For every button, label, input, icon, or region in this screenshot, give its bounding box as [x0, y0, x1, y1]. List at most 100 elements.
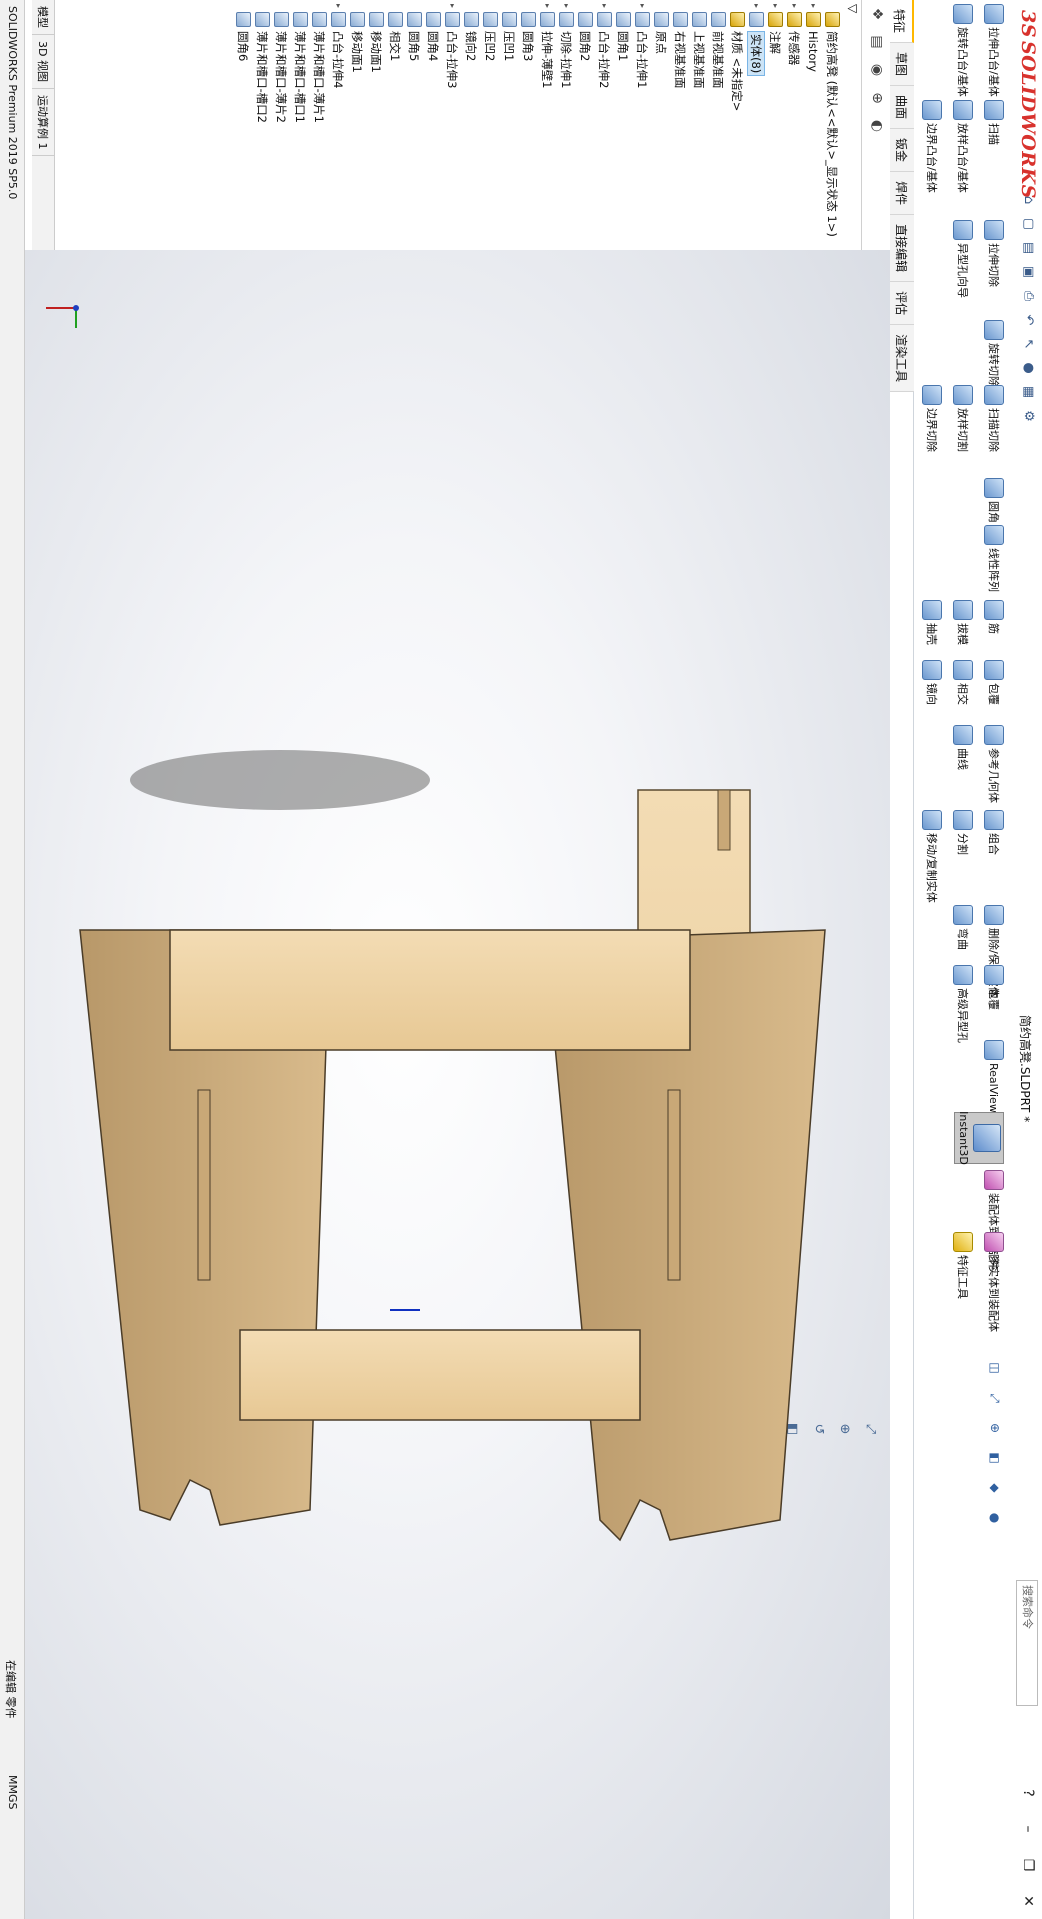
intersect-button[interactable]: 相交 [949, 660, 977, 705]
tab-features[interactable]: 特征 [890, 0, 914, 44]
wrap-button[interactable]: 包覆 [980, 660, 1008, 705]
tree-item[interactable]: 圆角3 [519, 0, 538, 250]
tree-item[interactable]: 材质 <未指定> [728, 0, 747, 250]
sweep-button[interactable]: 扫描 [980, 100, 1008, 193]
combine-button[interactable]: 组合 [980, 810, 1008, 903]
sweep-cut-button[interactable]: 扫描切除 [980, 385, 1008, 452]
save-icon[interactable]: ▣ [1018, 262, 1036, 282]
tree-item[interactable]: 相交1 [386, 0, 405, 250]
feature-tools-button[interactable]: 特征工具 [949, 1232, 977, 1332]
tree-item[interactable]: 移动面1 [348, 0, 367, 250]
tree-item[interactable]: 上视基准面 [690, 0, 709, 250]
tab-sheet-metal[interactable]: 钣金 [890, 129, 914, 173]
config-manager-tab-icon[interactable]: ◉ [864, 56, 890, 84]
home-icon[interactable]: ⌂ [1018, 190, 1036, 210]
boundary-cut-button[interactable]: 边界切除 [918, 385, 946, 452]
loft-cut-button[interactable]: 放样切割 [949, 385, 977, 452]
tab-direct-edit[interactable]: 直接编辑 [890, 215, 914, 283]
advanced-hole-button[interactable]: 高级异型孔 [949, 965, 977, 1043]
tree-expand-icon[interactable]: ▸ [771, 0, 780, 12]
tree-item[interactable]: 右视基准面 [671, 0, 690, 250]
tree-item[interactable]: ▸ History [804, 0, 823, 250]
tree-item[interactable]: 圆角5 [405, 0, 424, 250]
revolve-boss-button[interactable]: 旋转凸台/基体 [949, 4, 977, 97]
shell-button[interactable]: 抽壳 [918, 600, 946, 645]
extrude-cut-button[interactable]: 拉伸切除 [980, 220, 1008, 298]
tree-item[interactable]: 前视基准面 [709, 0, 728, 250]
tree-expand-icon[interactable]: ▸ [543, 0, 552, 12]
tab-evaluate[interactable]: 评估 [890, 282, 914, 326]
wrap2-button[interactable]: 包覆 [980, 965, 1008, 1043]
tree-item[interactable]: ▸ 凸台-拉伸4 [329, 0, 348, 250]
extrude-boss-button[interactable]: 拉伸凸台/基体 [980, 4, 1008, 97]
tree-item[interactable]: 薄片和槽口-薄片1 [310, 0, 329, 250]
lower-stretcher[interactable] [239, 1329, 641, 1421]
tree-item[interactable]: 圆角2 [576, 0, 595, 250]
tree-expand-icon[interactable]: ▸ [809, 0, 818, 12]
restore-icon[interactable]: ❐ [1014, 1847, 1042, 1883]
filter-icon[interactable]: ▽ [846, 4, 860, 13]
tree-expand-icon[interactable]: ▸ [448, 0, 457, 12]
split-button[interactable]: 分割 [949, 810, 977, 903]
draft-button[interactable]: 拔模 [949, 600, 977, 645]
tab-surfaces[interactable]: 曲面 [890, 86, 914, 130]
curves-button[interactable]: 曲线 [949, 725, 977, 803]
hole-wizard-button[interactable]: 异型孔向导 [949, 220, 977, 298]
tree-item[interactable]: 移动面1 [367, 0, 386, 250]
property-manager-tab-icon[interactable]: ▤ [864, 28, 890, 56]
units-text[interactable]: MMGS [6, 1775, 19, 1810]
select-icon[interactable]: ↖ [1018, 334, 1036, 354]
loft-button[interactable]: 放样凸台/基体 [949, 100, 977, 193]
ref-geometry-button[interactable]: 参考几何体 [980, 725, 1008, 803]
search-commands-input[interactable]: 搜索命令 [1016, 1580, 1038, 1706]
tab-sketch[interactable]: 草图 [890, 43, 914, 87]
rib-button[interactable]: 筋 [980, 600, 1008, 645]
tree-item[interactable]: ▸ 注解 [766, 0, 785, 250]
tree-item[interactable]: 薄片和槽口-槽口2 [253, 0, 272, 250]
tree-item[interactable]: ▸ 切除-拉伸1 [557, 0, 576, 250]
rebuild-icon[interactable]: ● [1018, 358, 1036, 378]
fillet-button[interactable]: 圆角 [980, 478, 1008, 523]
display-style-icon[interactable]: ◆ [986, 1480, 1002, 1496]
tab-weldments[interactable]: 焊件 [890, 172, 914, 216]
section-view-icon[interactable]: ◧ [986, 1450, 1002, 1466]
tree-item[interactable]: ▸ 凸台-拉伸3 [443, 0, 462, 250]
tree-item[interactable]: ▸ 凸台-拉伸2 [595, 0, 614, 250]
linear-pattern-button[interactable]: 线性阵列 [980, 525, 1008, 592]
zoom-fit-icon[interactable]: ⤢ [986, 1390, 1002, 1406]
revolve-cut-button[interactable]: 旋转切除 [980, 320, 1008, 387]
tree-expand-icon[interactable]: ▸ [600, 0, 609, 12]
tab-motion-study[interactable]: 运动算例 1 [32, 88, 54, 157]
tree-item[interactable]: 原点 [652, 0, 671, 250]
upper-stretcher[interactable] [169, 929, 691, 1051]
boundary-boss-button[interactable]: 边界凸台/基体 [918, 100, 946, 193]
open-file-icon[interactable]: ▤ [1018, 238, 1036, 258]
appearance-icon[interactable]: ● [986, 1510, 1002, 1526]
new-file-icon[interactable]: ▢ [1018, 214, 1036, 234]
help-icon[interactable]: ? [1014, 1775, 1042, 1811]
tree-item[interactable]: 薄片和槽口-槽口1 [291, 0, 310, 250]
tab-3d-views[interactable]: 3D 视图 [32, 35, 54, 89]
tree-item[interactable]: ▸ 实体(8) [747, 0, 766, 250]
tree-root[interactable]: 简约高凳 (默认<<默认>_显示状态 1>) [823, 0, 842, 250]
tab-render-tools[interactable]: 渲染工具 [890, 325, 914, 393]
tab-model[interactable]: 模型 [32, 0, 54, 35]
dimxpert-tab-icon[interactable]: ⊕ [864, 84, 890, 112]
tree-item[interactable]: 镜向2 [462, 0, 481, 250]
tree-item[interactable]: ▸ 凸台-拉伸1 [633, 0, 652, 250]
move-copy-button[interactable]: 移动/复制实体 [918, 810, 946, 903]
graphics-area[interactable]: ⤢⊕↺◧✎◫◆◎●▧▣ [0, 250, 890, 1919]
close-icon[interactable]: ✕ [1014, 1883, 1042, 1919]
options-gear-icon[interactable]: ⚙ [1018, 406, 1036, 426]
tree-item[interactable]: 圆角6 [234, 0, 253, 250]
instant3d-button[interactable]: Instant3D [954, 1111, 1004, 1165]
tree-item[interactable]: ▸ 拉伸-薄壁1 [538, 0, 557, 250]
zoom-area-icon[interactable]: ⊕ [986, 1420, 1002, 1436]
tree-expand-icon[interactable]: ▸ [752, 0, 761, 12]
tree-item[interactable]: 压凹2 [481, 0, 500, 250]
mirror-button[interactable]: 镜向 [918, 660, 946, 705]
tree-item[interactable]: 圆角4 [424, 0, 443, 250]
file-properties-icon[interactable]: ▦ [1018, 382, 1036, 402]
tree-item[interactable]: 压凹1 [500, 0, 519, 250]
undo-icon[interactable]: ↶ [1018, 310, 1036, 330]
